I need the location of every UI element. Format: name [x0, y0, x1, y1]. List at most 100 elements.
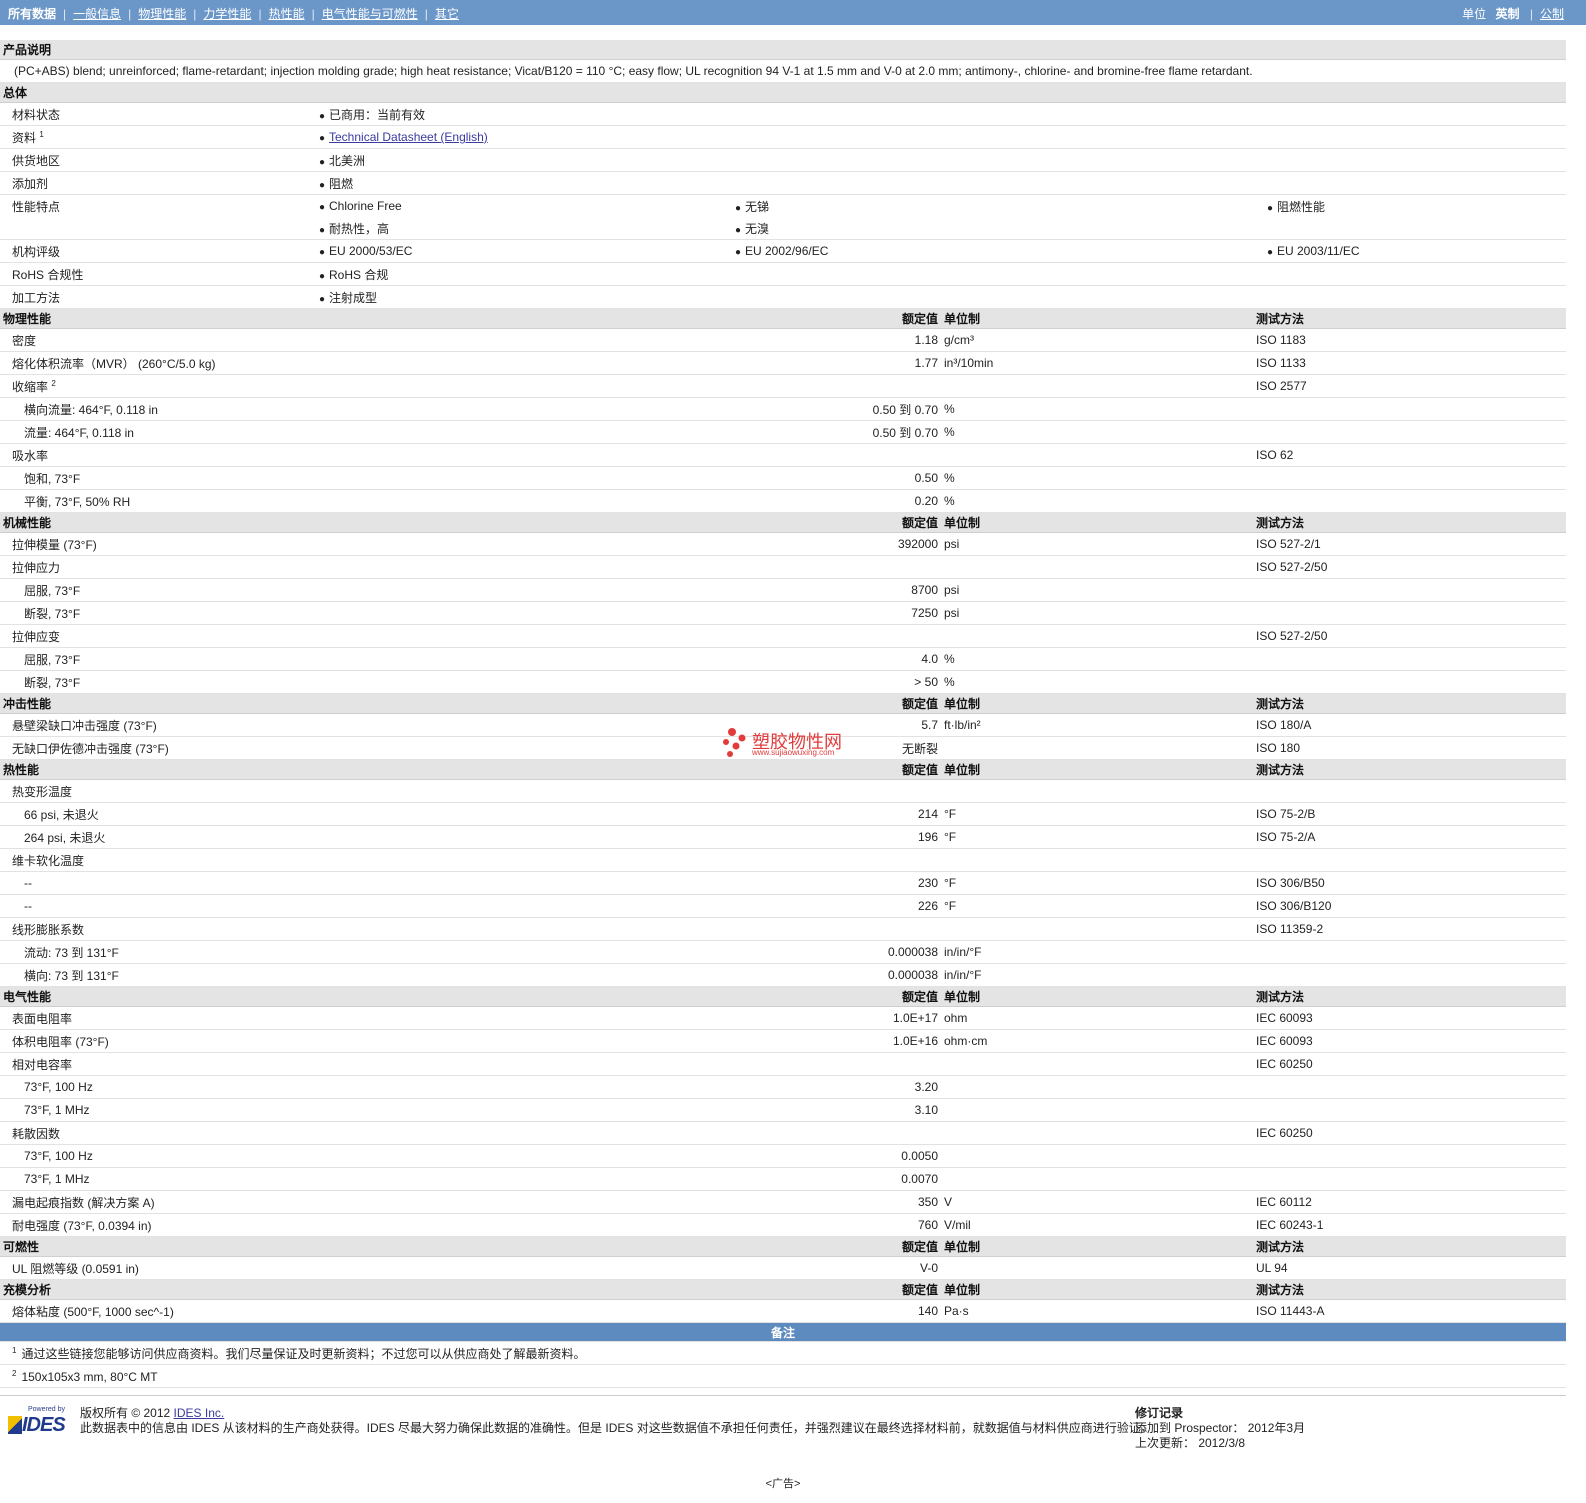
property-row: 拉伸模量 (73°F) 392000 psi ISO 527-2/1 — [0, 532, 1567, 556]
property-name: 屈服, 73°F — [0, 647, 721, 671]
nav-tab-4[interactable]: 热性能 — [269, 7, 305, 21]
property-value: 0.0070 — [721, 1167, 941, 1191]
general-value-cell: ● 无溴 — [721, 217, 1253, 240]
ad-label: <广告> — [765, 1478, 801, 1490]
property-unit: Pa·s — [941, 1299, 1253, 1323]
property-unit: % — [941, 397, 1253, 421]
watermark-url: www.sujiaowuxing.com — [752, 748, 835, 757]
property-value: 0.50 — [721, 466, 941, 490]
general-label: 添加剂 — [0, 171, 305, 195]
property-value: 3.20 — [721, 1075, 941, 1099]
property-unit: psi — [941, 601, 1253, 625]
col-header-method: 测试方法 — [1253, 986, 1567, 1007]
datasheet-link[interactable]: Technical Datasheet (English) — [329, 130, 488, 144]
nav-tab-0[interactable]: 所有数据 — [8, 7, 56, 21]
property-name-text: -- — [24, 899, 32, 913]
property-unit — [941, 1144, 1253, 1168]
property-name-text: 吸水率 — [12, 448, 49, 463]
property-name-text: 无缺口伊佐德冲击强度 (73°F) — [12, 741, 169, 756]
property-value: 0.000038 — [721, 963, 941, 987]
bullet-icon: ● — [735, 247, 742, 258]
section-header-2: 冲击性能 额定值 单位制 测试方法 — [0, 693, 1567, 714]
general-value-cell — [1253, 148, 1567, 172]
general-value: 阻燃 — [329, 176, 354, 191]
note-row: 1 通过这些链接您能够访问供应商资料。我们尽量保证及时更新资料；不过您可以从供应商… — [0, 1341, 1567, 1365]
ides-logo-icon — [8, 1416, 22, 1434]
general-row: 加工方法 ● 注射成型 — [0, 285, 1567, 309]
property-method: IEC 60112 — [1253, 1190, 1567, 1214]
general-label: RoHS 合规性 — [0, 262, 305, 286]
property-method — [1253, 578, 1567, 602]
nav-tab-2[interactable]: 物理性能 — [138, 7, 186, 21]
ides-logo: Powered by IDES — [8, 1406, 70, 1436]
property-value — [721, 443, 941, 467]
general-label-text: 资料 — [12, 130, 37, 145]
property-method — [1253, 1098, 1567, 1122]
property-name: 线形膨胀系数 — [0, 917, 721, 941]
property-unit — [941, 555, 1253, 579]
ides-name: IDES — [22, 1414, 66, 1436]
nav-tab-1[interactable]: 一般信息 — [73, 7, 121, 21]
property-value: 0.000038 — [721, 940, 941, 964]
property-name-text: 收缩率 — [12, 379, 49, 394]
notes-header-row: 备注 — [0, 1322, 1567, 1342]
property-unit: in/in/°F — [941, 963, 1253, 987]
property-row: 漏电起痕指数 (解决方案 A) 350 V IEC 60112 — [0, 1190, 1567, 1214]
property-method: IEC 60093 — [1253, 1006, 1567, 1030]
nav-tab-3[interactable]: 力学性能 — [203, 7, 251, 21]
property-value: 226 — [721, 894, 941, 918]
property-method — [1253, 848, 1567, 872]
property-name: 264 psi, 未退火 — [0, 825, 721, 849]
property-name: 无缺口伊佐德冲击强度 (73°F) — [0, 736, 721, 760]
property-method — [1253, 489, 1567, 513]
unit-switcher: 单位 英制 | 公制 — [1462, 7, 1564, 21]
property-unit: psi — [941, 578, 1253, 602]
property-unit: V/mil — [941, 1213, 1253, 1237]
property-row: 收缩率 2 ISO 2577 — [0, 374, 1567, 398]
general-row: 供货地区 ● 北美洲 — [0, 148, 1567, 172]
unit-metric[interactable]: 公制 — [1540, 7, 1564, 21]
property-method: ISO 306/B120 — [1253, 894, 1567, 918]
general-row: 机构评级 ● EU 2000/53/EC ● EU 2002/96/EC ● EU 2003… — [0, 239, 1567, 263]
nav-tab-6[interactable]: 其它 — [435, 7, 459, 21]
property-row: 73°F, 100 Hz 3.20 — [0, 1075, 1567, 1099]
unit-label: 单位 — [1462, 7, 1487, 21]
property-name: 73°F, 1 MHz — [0, 1098, 721, 1122]
property-name-text: 维卡软化温度 — [12, 853, 85, 868]
property-method — [1253, 940, 1567, 964]
disclaimer-text: 此数据表中的信息由 IDES 从该材料的生产商处获得。IDES 尽最大努力确保此… — [80, 1421, 1153, 1435]
general-row: RoHS 合规性 ● RoHS 合规 — [0, 262, 1567, 286]
col-header-nominal: 额定值 — [721, 1279, 941, 1300]
general-value-cell: ● EU 2003/11/EC — [1253, 239, 1567, 263]
property-method — [1253, 397, 1567, 421]
col-header-nominal: 额定值 — [721, 986, 941, 1007]
col-header-method: 测试方法 — [1253, 1236, 1567, 1257]
property-value: 3.10 — [721, 1098, 941, 1122]
general-value-cell: ● 阻燃性能 — [1253, 195, 1566, 218]
property-name: 流量: 464°F, 0.118 in — [0, 420, 721, 444]
general-value: 无锑 — [745, 199, 770, 214]
property-method: ISO 1183 — [1253, 328, 1567, 352]
col-header-nominal: 额定值 — [721, 1236, 941, 1257]
property-method: ISO 11443-A — [1253, 1299, 1567, 1323]
property-name-text: -- — [24, 876, 32, 890]
general-value: 无溴 — [745, 221, 770, 236]
bullet-icon: ● — [319, 156, 326, 168]
unit-imperial[interactable]: 英制 — [1496, 7, 1520, 21]
general-value-cell: ● 已商用：当前有效 — [305, 102, 721, 126]
property-name-text: 拉伸模量 (73°F) — [12, 537, 97, 552]
note-content: 通过这些链接您能够访问供应商资料。我们尽量保证及时更新资料；不过您可以从供应商处… — [21, 1346, 586, 1361]
property-name: 体积电阻率 (73°F) — [0, 1029, 721, 1053]
property-row: 饱和, 73°F 0.50% — [0, 466, 1567, 490]
property-name-text: 体积电阻率 (73°F) — [12, 1034, 109, 1049]
property-name-text: 73°F, 100 Hz — [24, 1080, 93, 1094]
ides-link[interactable]: IDES Inc. — [174, 1406, 225, 1420]
property-name: 熔体粘度 (500°F, 1000 sec^-1) — [0, 1299, 721, 1323]
nav-tab-5[interactable]: 电气性能与可燃性 — [322, 7, 418, 21]
property-unit: % — [941, 647, 1253, 671]
nav-separator: | — [193, 7, 197, 21]
property-row: 耐电强度 (73°F, 0.0394 in) 760 V/mil IEC 60243-… — [0, 1213, 1567, 1237]
property-method: ISO 527-2/1 — [1253, 532, 1567, 556]
property-value: 0.50 到 0.70 — [721, 420, 941, 444]
property-value — [721, 917, 941, 941]
